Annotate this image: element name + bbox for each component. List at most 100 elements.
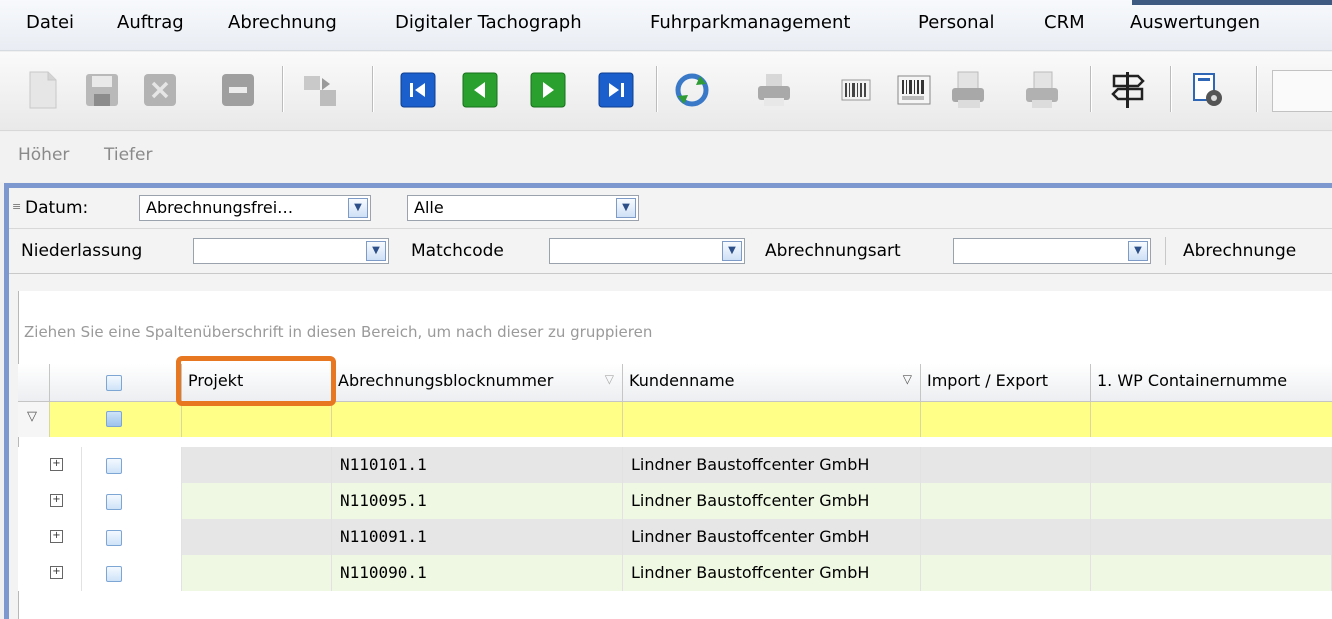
menu-datei[interactable]: Datei [26,12,74,33]
filter-icon: ▽ [27,409,37,424]
signpost-icon[interactable] [1108,70,1148,110]
column-header-abrechnungsblocknummer[interactable]: Abrechnungsblocknummer ▽ [332,364,623,402]
cell-blocknummer[interactable]: N110091.1 [332,519,623,555]
cell-container[interactable] [1091,555,1332,591]
branch-select[interactable]: ▼ [193,238,389,264]
menu-personal[interactable]: Personal [918,12,995,33]
date-range-select[interactable]: Alle ▼ [407,195,639,221]
menu-crm[interactable]: CRM [1044,12,1085,33]
cell-kundenname[interactable]: Lindner Baustoffcenter GmbH [623,483,921,519]
row-checkbox[interactable] [106,458,122,474]
billing-type-select[interactable]: ▼ [953,238,1151,264]
chevron-down-icon[interactable]: ▼ [616,198,636,218]
cell-import_export[interactable] [921,447,1091,483]
chevron-down-icon[interactable]: ▼ [722,241,742,261]
date-field-select[interactable]: Abrechnungsfrei… ▼ [139,195,371,221]
expand-icon[interactable]: + [50,530,63,543]
cell-import_export[interactable] [921,483,1091,519]
menu-abrechnung[interactable]: Abrechnung [228,12,337,33]
cell-container[interactable] [1091,519,1332,555]
row-select-cell[interactable] [82,555,182,591]
next-record-icon[interactable] [528,70,568,110]
copy-transfer-icon[interactable] [300,70,340,110]
filter-cell-kundenname[interactable] [623,402,921,437]
toolbar-separator [1090,66,1092,112]
cell-container[interactable] [1091,483,1332,519]
filter-checkbox[interactable] [106,411,122,427]
move-up-button[interactable]: Höher [18,145,69,165]
row-select-cell[interactable] [82,519,182,555]
cell-blocknummer[interactable]: N110090.1 [332,555,623,591]
menu-digitaler-tachograph[interactable]: Digitaler Tachograph [395,12,582,33]
column-label-containernummer: 1. WP Containernumme [1097,371,1288,390]
cell-projekt[interactable] [182,519,332,555]
row-expander-cell[interactable]: + [18,519,82,555]
cell-text-kundenname: Lindner Baustoffcenter GmbH [631,527,870,546]
menu-fuhrparkmanagement[interactable]: Fuhrparkmanagement [650,12,850,33]
matchcode-select[interactable]: ▼ [549,238,745,264]
barcode-label-icon[interactable] [894,70,934,110]
window-top-edge [1132,0,1332,5]
row-checkbox[interactable] [106,494,122,510]
column-header-import-export[interactable]: Import / Export [921,364,1091,402]
column-header-kundenname[interactable]: Kundenname ▽ [623,364,921,402]
chevron-down-icon[interactable]: ▼ [1128,241,1148,261]
row-expander-cell[interactable]: + [18,447,82,483]
toolbar-separator [1256,66,1258,112]
cell-kundenname[interactable]: Lindner Baustoffcenter GmbH [623,519,921,555]
cell-blocknummer[interactable]: N110095.1 [332,483,623,519]
last-record-icon[interactable] [596,70,636,110]
filter-icon[interactable]: ▽ [605,372,614,386]
chevron-down-icon[interactable]: ▼ [348,198,368,218]
row-expander-cell[interactable]: + [18,555,82,591]
menu-auftrag[interactable]: Auftrag [117,12,184,33]
print-icon[interactable] [754,70,794,110]
print-preview-icon[interactable] [950,70,990,110]
highlight-annotation [176,356,336,406]
cell-kundenname[interactable]: Lindner Baustoffcenter GmbH [623,447,921,483]
row-select-cell[interactable] [82,483,182,519]
toolbar-separator [372,66,374,112]
delete-icon[interactable] [140,70,180,110]
row-checkbox[interactable] [106,566,122,582]
cell-kundenname[interactable]: Lindner Baustoffcenter GmbH [623,555,921,591]
cell-import_export[interactable] [921,555,1091,591]
remove-icon[interactable] [218,70,258,110]
cell-blocknummer[interactable]: N110101.1 [332,447,623,483]
cell-text-blocknummer: N110091.1 [340,527,427,546]
save-icon[interactable] [82,70,122,110]
filter-icon[interactable]: ▽ [903,372,912,386]
cell-projekt[interactable] [182,447,332,483]
row-expander-cell[interactable]: + [18,483,82,519]
expand-icon[interactable]: + [50,494,63,507]
expand-icon[interactable]: + [50,566,63,579]
drag-grip-icon[interactable]: ≡ [12,200,21,213]
row-checkbox[interactable] [106,530,122,546]
settings-document-icon[interactable] [1188,70,1228,110]
menu-bar: Datei Auftrag Abrechnung Digitaler Tacho… [0,0,1332,51]
new-document-icon[interactable] [22,70,62,110]
date-range-value: Alle [414,198,444,217]
select-all-checkbox[interactable] [106,375,122,391]
move-down-button[interactable]: Tiefer [104,145,152,165]
expand-icon[interactable]: + [50,458,63,471]
filter-cell-containernummer[interactable] [1091,402,1332,437]
menu-auswertungen[interactable]: Auswertungen [1130,12,1260,33]
cell-projekt[interactable] [182,483,332,519]
chevron-down-icon[interactable]: ▼ [366,241,386,261]
filter-cell-abrechnungsblocknummer[interactable] [332,402,623,437]
cell-import_export[interactable] [921,519,1091,555]
column-label-import-export: Import / Export [927,371,1049,390]
first-record-icon[interactable] [398,70,438,110]
export-icon[interactable] [1022,70,1062,110]
cell-projekt[interactable] [182,555,332,591]
barcode-icon[interactable] [836,70,876,110]
toolbar-extra-box[interactable] [1272,70,1332,112]
filter-cell-projekt[interactable] [182,402,332,437]
cell-container[interactable] [1091,447,1332,483]
row-select-cell[interactable] [82,447,182,483]
refresh-icon[interactable] [672,70,712,110]
previous-record-icon[interactable] [460,70,500,110]
filter-cell-import-export[interactable] [921,402,1091,437]
column-header-containernummer[interactable]: 1. WP Containernumme [1091,364,1332,402]
